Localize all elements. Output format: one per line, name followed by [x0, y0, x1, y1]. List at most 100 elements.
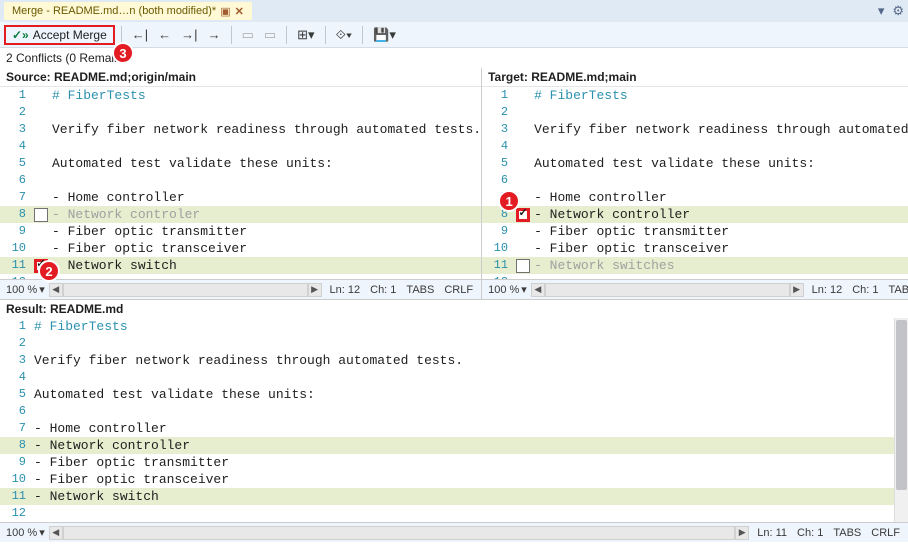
line-text: Verify fiber network readiness through a… [34, 352, 908, 369]
line-number: 6 [0, 172, 34, 189]
code-line[interactable]: 1# FiberTests [482, 87, 908, 104]
chevron-down-icon[interactable]: ▾ [878, 3, 885, 19]
scroll-right-icon[interactable]: ▶ [790, 283, 804, 297]
target-code[interactable]: 1# FiberTests23Verify fiber network read… [482, 87, 908, 279]
code-line[interactable]: 7- Home controller [0, 189, 481, 206]
code-line[interactable]: 10- Fiber optic transceiver [0, 471, 908, 488]
line-text: Automated test validate these units: [52, 155, 481, 172]
code-line[interactable]: 11- Network switches [482, 257, 908, 274]
scroll-left-icon[interactable]: ◀ [531, 283, 545, 297]
zoom-control[interactable]: 100 %▾ [0, 283, 49, 296]
callout-2: 2 [38, 260, 60, 282]
code-line[interactable]: 9- Fiber optic transmitter [0, 223, 481, 240]
scroll-right-icon[interactable]: ▶ [308, 283, 322, 297]
code-line[interactable]: 1# FiberTests [0, 318, 908, 335]
compare-button[interactable]: ⟐▾ [332, 25, 357, 45]
line-text: Automated test validate these units: [534, 155, 908, 172]
code-line[interactable]: 1# FiberTests [0, 87, 481, 104]
code-line[interactable]: 8- Network controller [0, 437, 908, 454]
code-line[interactable]: 9- Fiber optic transmitter [0, 454, 908, 471]
scroll-left-icon[interactable]: ◀ [49, 526, 63, 540]
status-line: Ln: 12 [812, 284, 843, 296]
nav-right-button[interactable]: →| [177, 25, 201, 44]
target-header: Target: README.md;main [482, 68, 908, 87]
code-line[interactable]: 2 [482, 104, 908, 121]
line-text: - Home controller [52, 189, 481, 206]
code-line[interactable]: 12 [0, 274, 481, 279]
code-line[interactable]: 7- Home controller [0, 420, 908, 437]
nav-left-button[interactable]: ← [154, 25, 175, 44]
hscrollbar[interactable]: ◀▶ [49, 526, 750, 540]
conflict-checkbox[interactable] [34, 208, 48, 222]
line-number: 11 [0, 488, 34, 505]
code-line[interactable]: 8- Network controller [482, 206, 908, 223]
status-line: Ln: 12 [330, 284, 361, 296]
hscrollbar[interactable]: ◀▶ [49, 283, 322, 297]
source-header: Source: README.md;origin/main [0, 68, 481, 87]
code-line[interactable]: 10 - Fiber optic transceiver [482, 240, 908, 257]
separator [325, 26, 326, 44]
vscrollbar[interactable] [894, 318, 908, 522]
save-button[interactable]: 💾▾ [369, 25, 400, 45]
code-line[interactable]: 4 [482, 138, 908, 155]
code-line[interactable]: 11- Network switch [0, 488, 908, 505]
code-line[interactable]: 12 [482, 274, 908, 279]
code-line[interactable]: 6 [0, 172, 481, 189]
status-col: Ch: 1 [797, 527, 823, 539]
scroll-right-icon[interactable]: ▶ [735, 526, 749, 540]
hscrollbar[interactable]: ◀▶ [531, 283, 804, 297]
chevron-down-icon: ▾ [39, 283, 45, 296]
code-line[interactable]: 5Automated test validate these units: [0, 155, 481, 172]
conflict-checkbox[interactable] [516, 208, 530, 222]
code-line[interactable]: 4 [0, 369, 908, 386]
pin-icon[interactable]: ▣ [220, 5, 230, 18]
code-line[interactable]: 6 [0, 403, 908, 420]
line-text: # FiberTests [52, 87, 481, 104]
code-line[interactable]: 5Automated test validate these units: [482, 155, 908, 172]
nav-prev-left-button[interactable]: ←| [128, 25, 152, 44]
zoom-control[interactable]: 100 %▾ [0, 526, 49, 539]
code-line[interactable]: 9- Fiber optic transmitter [482, 223, 908, 240]
line-text: - Fiber optic transceiver [34, 471, 908, 488]
code-line[interactable]: 3Verify fiber network readiness through … [0, 121, 481, 138]
code-line[interactable]: 2 [0, 104, 481, 121]
code-line[interactable]: 4 [0, 138, 481, 155]
code-line[interactable]: 7- Home controller [482, 189, 908, 206]
line-number: 6 [482, 172, 516, 189]
code-line[interactable]: 11- Network switch [0, 257, 481, 274]
layout-b-button[interactable]: ▭ [260, 25, 280, 45]
line-number: 2 [482, 104, 516, 121]
result-code[interactable]: 1# FiberTests23Verify fiber network read… [0, 318, 908, 522]
gear-icon[interactable]: ⚙ [892, 3, 904, 19]
chevron-down-icon: ▾ [521, 283, 527, 296]
conflict-checkbox[interactable] [516, 259, 530, 273]
line-number: 9 [0, 223, 34, 240]
scroll-left-icon[interactable]: ◀ [49, 283, 63, 297]
layout-a-button[interactable]: ▭ [238, 25, 258, 45]
close-icon[interactable]: ✕ [235, 5, 244, 18]
code-line[interactable]: 6 [482, 172, 908, 189]
callout-1: 1 [498, 190, 520, 212]
line-number: 10 [482, 240, 516, 257]
accept-merge-button[interactable]: ✓» Accept Merge [4, 25, 115, 45]
line-number: 2 [0, 335, 34, 352]
nav-next-right-button[interactable]: → [204, 25, 225, 44]
code-line[interactable]: 3Verify fiber network readiness through … [482, 121, 908, 138]
code-line[interactable]: 8- Network controler [0, 206, 481, 223]
separator [231, 26, 232, 44]
code-line[interactable]: 2 [0, 335, 908, 352]
document-tab[interactable]: Merge - README.md…n (both modified)* ▣ ✕ [4, 2, 252, 20]
line-number: 10 [0, 240, 34, 257]
line-number: 4 [0, 138, 34, 155]
code-line[interactable]: 3Verify fiber network readiness through … [0, 352, 908, 369]
layout-split-button[interactable]: ⊞▾ [293, 25, 318, 45]
status-crlf: CRLF [871, 527, 900, 539]
code-line[interactable]: 5Automated test validate these units: [0, 386, 908, 403]
source-code[interactable]: 1# FiberTests23Verify fiber network read… [0, 87, 481, 279]
zoom-control[interactable]: 100 %▾ [482, 283, 531, 296]
code-line[interactable]: 10- Fiber optic transceiver [0, 240, 481, 257]
code-line[interactable]: 12 [0, 505, 908, 522]
conflicts-count: 2 Conflicts (0 Remain [0, 48, 908, 68]
line-number: 12 [482, 274, 516, 279]
line-text: - Fiber optic transceiver [534, 240, 908, 257]
